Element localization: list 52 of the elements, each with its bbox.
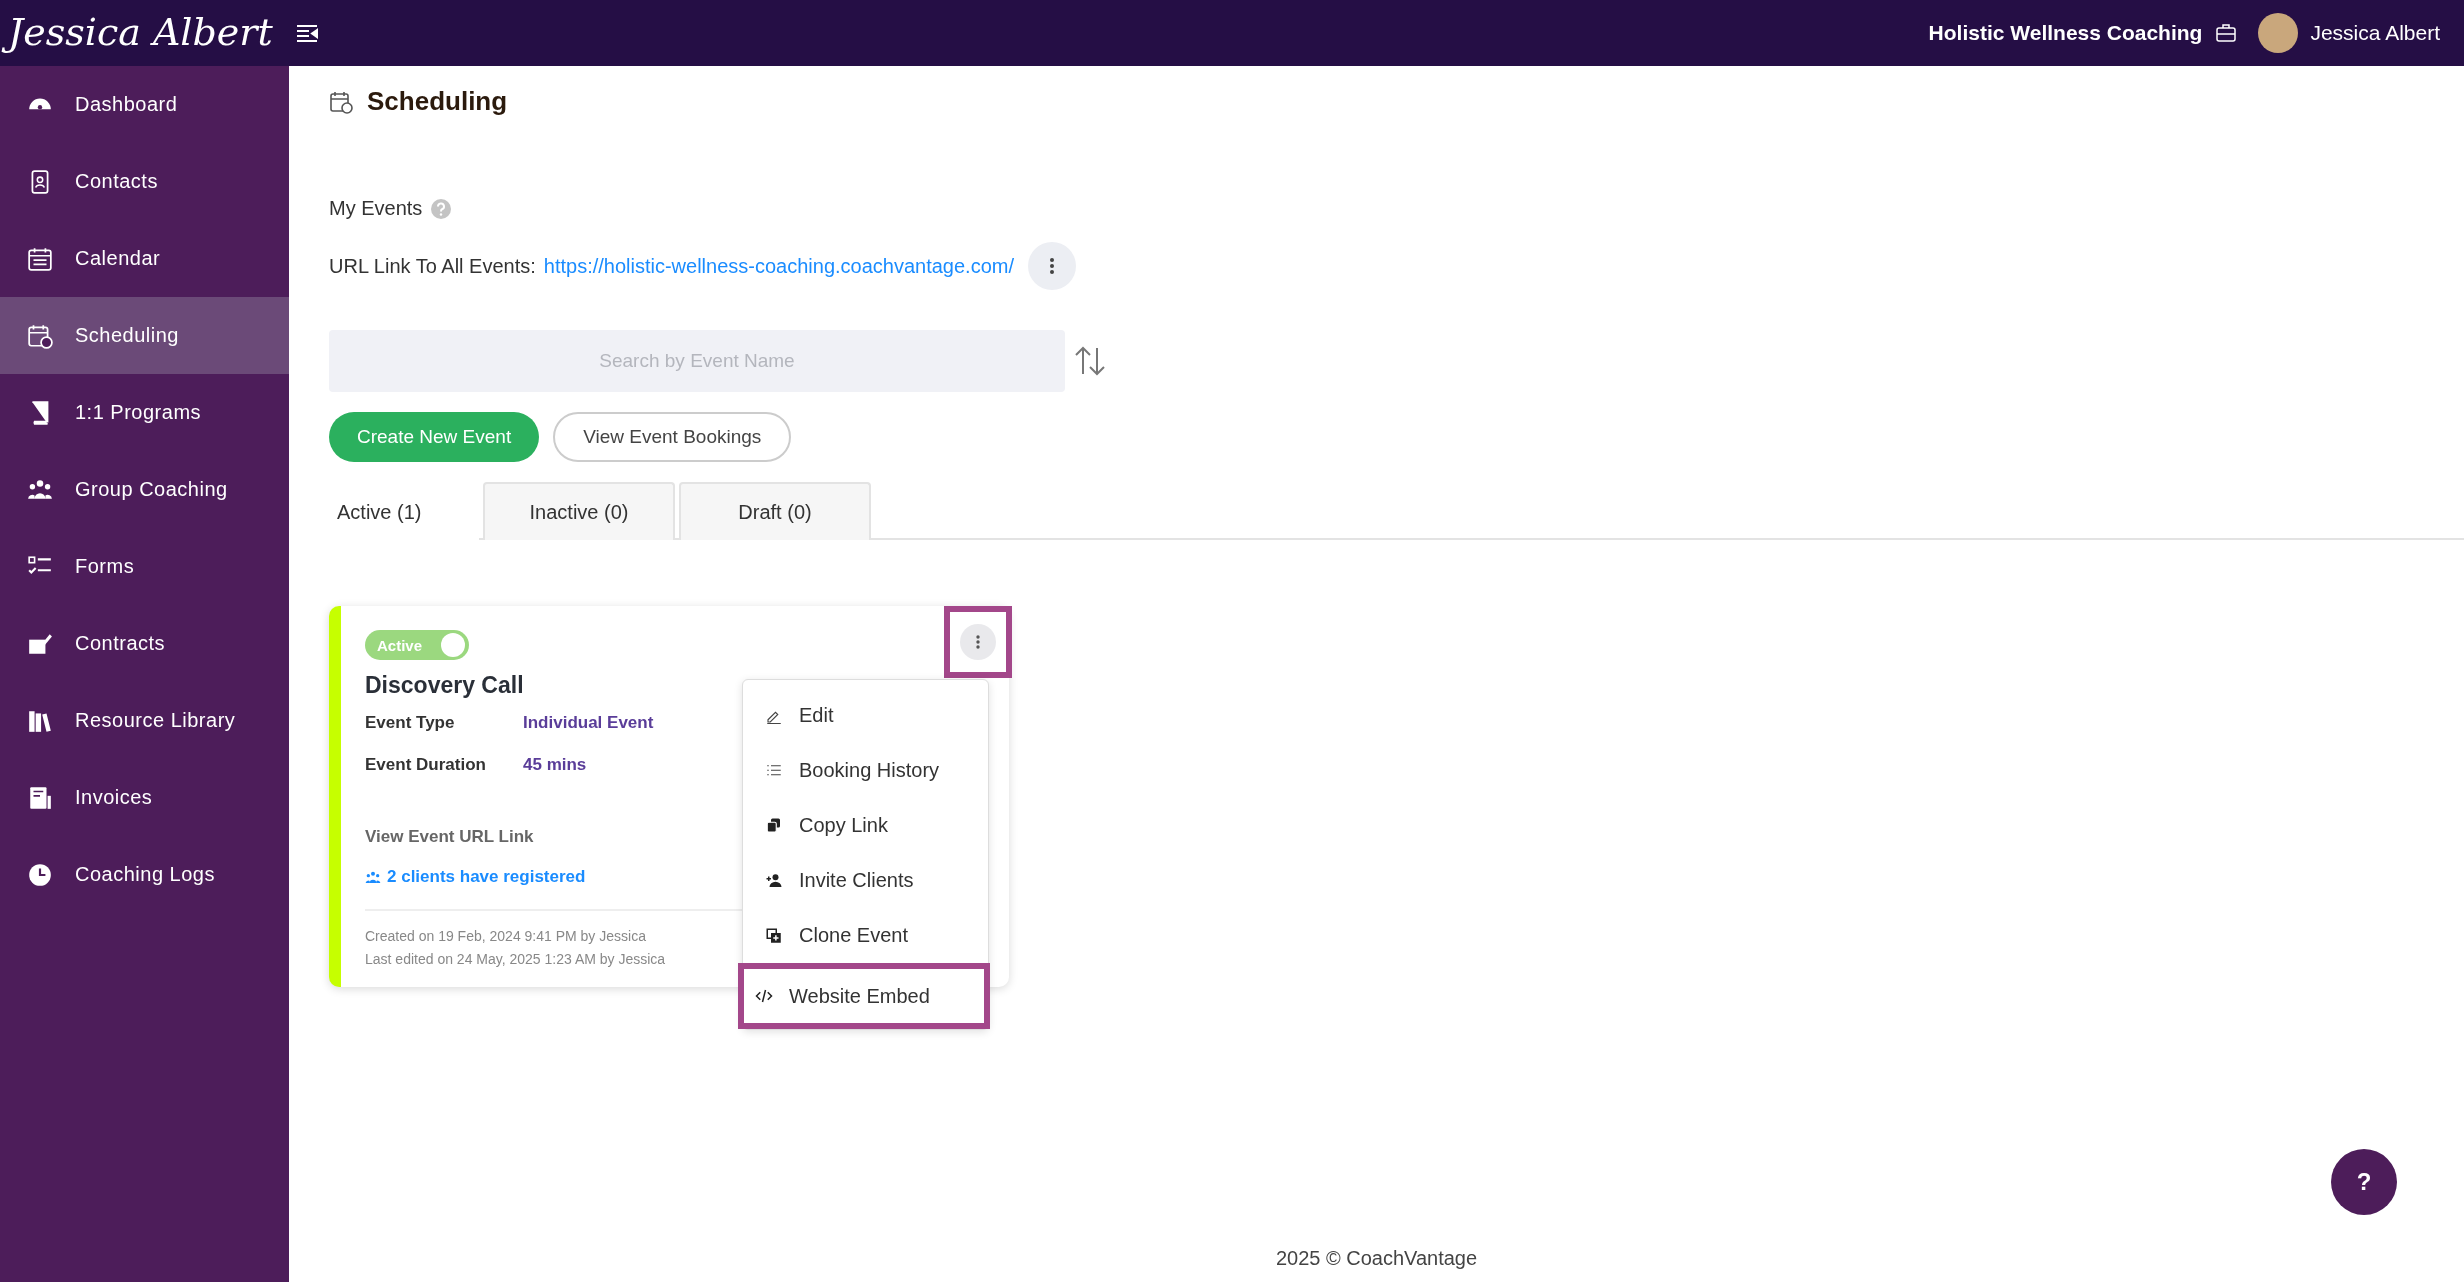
sidebar-item[interactable]: Resource Library xyxy=(0,682,289,759)
people-icon xyxy=(365,870,381,884)
url-label: URL Link To All Events: xyxy=(329,254,536,278)
clone-icon xyxy=(765,926,783,945)
more-options-button[interactable] xyxy=(960,624,996,660)
sidebar-item[interactable]: 1:1 Programs xyxy=(0,374,289,451)
calendar-clock-icon xyxy=(27,322,53,349)
more-vertical-icon xyxy=(976,635,980,649)
calendar-icon xyxy=(27,245,53,272)
menu-item[interactable]: Booking History xyxy=(743,743,988,798)
field-value: Individual Event xyxy=(523,713,654,733)
more-vertical-icon xyxy=(1050,258,1054,274)
search-field[interactable]: Search by Event Name xyxy=(329,330,1065,392)
sidebar-item[interactable]: Contacts xyxy=(0,143,289,220)
view-bookings-button[interactable]: View Event Bookings xyxy=(553,412,792,462)
copyright: 2025 © CoachVantage xyxy=(1275,1247,1478,1269)
menu-item[interactable]: Website Embed xyxy=(738,963,990,1029)
sort-icon[interactable] xyxy=(1073,344,1107,378)
sidebar-item[interactable]: Invoices xyxy=(0,759,289,836)
menu-item[interactable]: Invite Clients xyxy=(743,853,988,908)
field-label: Event Duration xyxy=(365,755,487,775)
menu-item[interactable]: Copy Link xyxy=(743,798,988,853)
page-title: Scheduling xyxy=(367,86,508,117)
user-name[interactable]: Jessica Albert xyxy=(2310,21,2440,45)
tab[interactable]: Draft (0) xyxy=(679,482,871,540)
copy-icon xyxy=(765,816,783,835)
invoice-icon xyxy=(27,784,53,811)
section-title: My Events xyxy=(329,197,423,220)
calendar-clock-icon xyxy=(329,89,353,114)
edited-info: Last edited on 24 May, 2025 1:23 AM by Jessica xyxy=(365,950,666,969)
menu-item[interactable]: Clone Event xyxy=(743,908,988,963)
field-label: Event Type xyxy=(365,713,456,733)
field-value: 45 mins xyxy=(523,755,587,775)
sidebar-item[interactable]: Group Coaching xyxy=(0,451,289,528)
business-name[interactable]: Holistic Wellness Coaching xyxy=(1928,21,2203,45)
help-button[interactable]: ? xyxy=(2331,1149,2397,1215)
event-name: Discovery Call xyxy=(365,672,525,699)
sidebar-item[interactable]: Calendar xyxy=(0,220,289,297)
tab[interactable]: Inactive (0) xyxy=(483,482,675,540)
sidebar-item[interactable]: Scheduling xyxy=(0,297,289,374)
avatar[interactable] xyxy=(2258,13,2299,53)
sidebar-item[interactable]: Forms xyxy=(0,528,289,605)
menu-icon[interactable] xyxy=(296,24,319,42)
created-info: Created on 19 Feb, 2024 9:41 PM by Jessica xyxy=(365,927,646,946)
code-icon xyxy=(755,987,773,1005)
sidebar-item[interactable]: Dashboard xyxy=(0,66,289,143)
sidebar-item[interactable]: Contracts xyxy=(0,605,289,682)
clock-icon xyxy=(27,861,53,888)
sidebar-item[interactable]: Coaching Logs xyxy=(0,836,289,913)
briefcase-icon[interactable] xyxy=(2216,24,2237,42)
person-plus-icon xyxy=(765,871,783,890)
menu-item[interactable]: Edit xyxy=(743,688,988,743)
